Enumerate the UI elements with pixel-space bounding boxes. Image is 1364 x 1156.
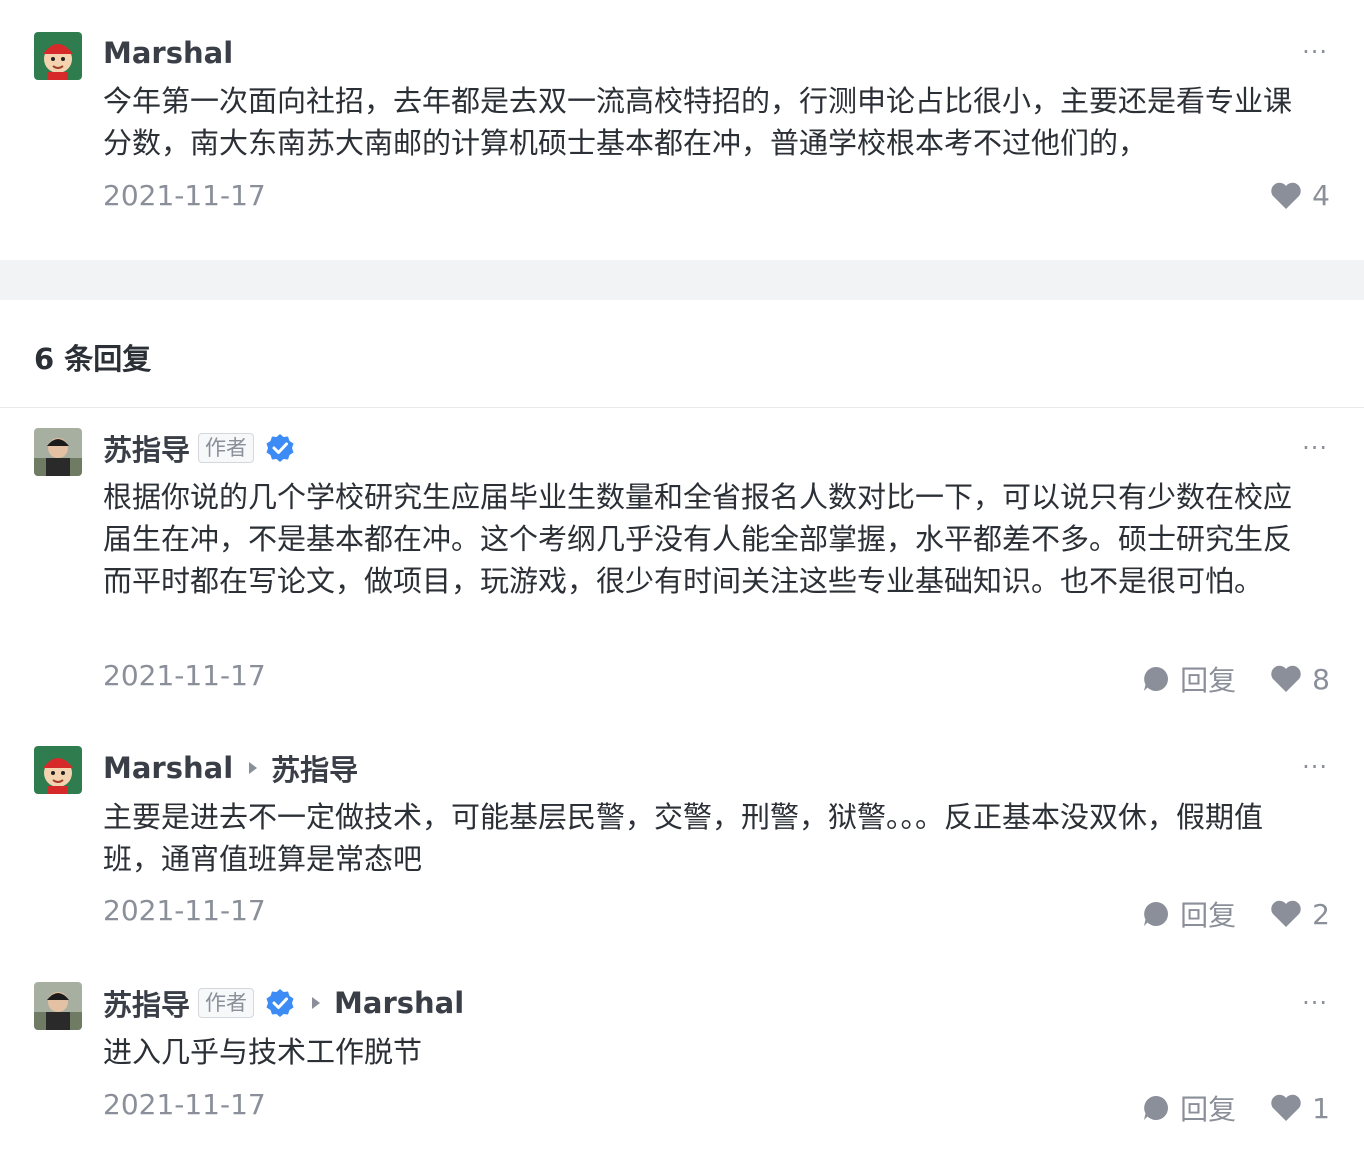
reply-header: Marshal 苏指导 [103,748,358,788]
heart-icon [1271,182,1301,209]
reply-date: 2021-11-17 [103,1088,266,1121]
reply-to-arrow-icon [312,997,321,1009]
more-dots-icon[interactable]: ··· [1302,40,1328,64]
reply-date: 2021-11-17 [103,659,266,692]
comment-date: 2021-11-17 [103,179,266,212]
author-name[interactable]: 苏指导 [103,982,190,1024]
reply-label: 回复 [1180,664,1237,697]
author-name[interactable]: Marshal [103,36,233,70]
verified-badge-icon [266,434,294,462]
reply-text: 主要是进去不一定做技术，可能基层民警，交警，刑警，狱警。。。反正基本没双休，假期… [103,800,1264,876]
author-badge: 作者 [198,988,255,1018]
reply-label: 回复 [1180,1093,1237,1126]
like-count: 4 [1312,179,1330,212]
avatar-su[interactable] [34,428,82,476]
section-divider [0,260,1364,300]
more-dots-icon[interactable]: ··· [1302,991,1328,1015]
reply-to-name[interactable]: 苏指导 [271,747,358,789]
avatar-su[interactable] [34,982,82,1030]
reply-button[interactable]: 回复 [1142,894,1236,934]
more-dots-icon[interactable]: ··· [1302,755,1328,779]
like-count: 1 [1312,1091,1330,1125]
reply-to-arrow-icon [249,762,258,774]
verified-badge-icon [266,989,294,1017]
reply-date: 2021-11-17 [103,894,266,927]
replies-count-heading: 6 条回复 [34,342,152,376]
avatar-marshal[interactable] [34,746,82,794]
reply-button[interactable]: 回复 [1142,659,1236,699]
avatar-marshal[interactable] [34,32,82,80]
reply-text: 根据你说的几个学校研究生应届毕业生数量和全省报名人数对比一下，可以说只有少数在校… [103,480,1293,598]
author-badge: 作者 [198,433,255,463]
reply-text: 进入几乎与技术工作脱节 [103,1035,423,1069]
reply-actions: 回复 1 [1108,1088,1330,1128]
like-count: 2 [1312,897,1330,931]
heart-icon [1271,665,1301,692]
comment-bubble-icon [1144,667,1169,691]
reply-button[interactable]: 回复 [1142,1088,1236,1128]
like-button[interactable]: 8 [1270,663,1330,696]
author-name[interactable]: Marshal [103,751,233,785]
like-count: 8 [1312,662,1330,696]
more-dots-icon[interactable]: ··· [1302,436,1328,460]
reply-header: 苏指导 作者 [103,428,296,468]
reply-to-name[interactable]: Marshal [334,986,464,1020]
comment-header: Marshal [103,33,233,73]
comment-actions: 4 [1236,179,1330,212]
like-button[interactable]: 1 [1270,1092,1330,1125]
heart-icon [1271,1094,1301,1121]
reply-actions: 回复 2 [1108,894,1330,934]
comment-bubble-icon [1144,1096,1169,1120]
comment-text: 今年第一次面向社招，去年都是去双一流高校特招的，行测申论占比很小，主要还是看专业… [103,84,1293,160]
like-button[interactable]: 4 [1270,179,1330,212]
reply-header: 苏指导 作者 Marshal [103,983,464,1023]
reply-actions: 回复 8 [1108,659,1330,699]
comment-bubble-icon [1144,902,1169,926]
like-button[interactable]: 2 [1270,898,1330,931]
author-name[interactable]: 苏指导 [103,427,190,469]
divider-line [0,407,1364,408]
reply-label: 回复 [1180,899,1237,932]
heart-icon [1271,900,1301,927]
